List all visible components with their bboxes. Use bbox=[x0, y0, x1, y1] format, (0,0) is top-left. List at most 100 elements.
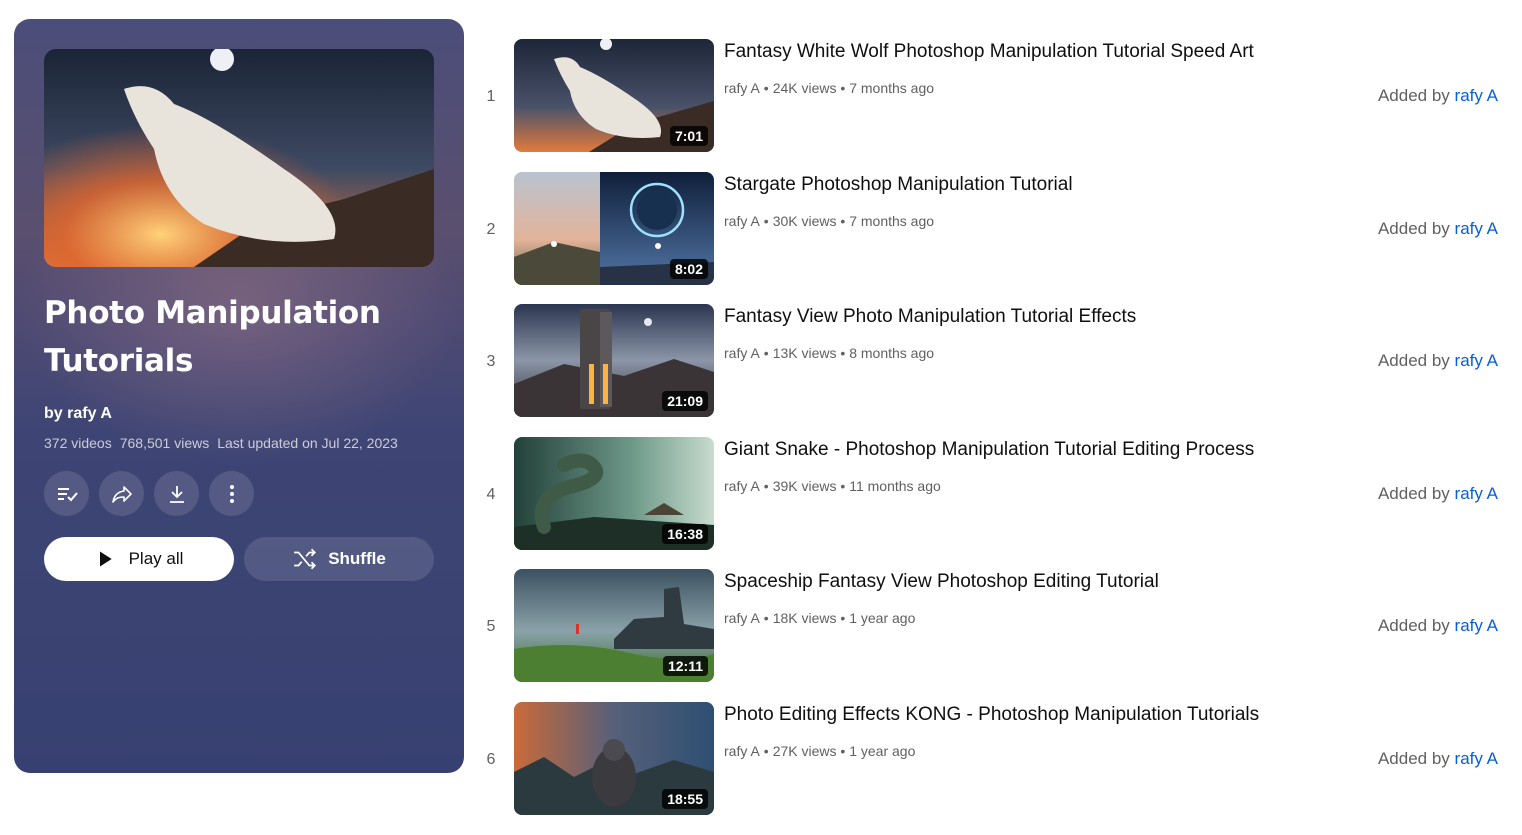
added-by: Added by rafy A bbox=[1378, 219, 1498, 239]
video-channel[interactable]: rafy A bbox=[724, 80, 760, 96]
added-by-link[interactable]: rafy A bbox=[1455, 219, 1498, 238]
shuffle-label: Shuffle bbox=[328, 549, 386, 568]
video-index: 5 bbox=[486, 618, 496, 636]
video-thumbnail[interactable]: 8:02 bbox=[514, 171, 714, 285]
video-title[interactable]: Fantasy White Wolf Photoshop Manipulatio… bbox=[724, 41, 1254, 63]
video-thumbnail[interactable]: 21:09 bbox=[514, 304, 714, 418]
added-by-link[interactable]: rafy A bbox=[1455, 351, 1498, 370]
save-to-library-icon bbox=[57, 487, 78, 501]
video-views: 13K views bbox=[772, 345, 837, 362]
view-count: 768,501 views bbox=[119, 435, 210, 451]
play-icon bbox=[99, 551, 112, 567]
more-options-icon bbox=[229, 484, 234, 503]
playlist-video-list: 1 7:01 Fantasy White Wolf Photoshop Mani… bbox=[478, 39, 1508, 835]
video-row[interactable]: 3 21:09 Fantasy View Photo Manipulation … bbox=[478, 304, 1508, 437]
added-by: Added by rafy A bbox=[1378, 616, 1498, 636]
video-views: 27K views bbox=[772, 742, 837, 759]
video-thumbnail[interactable]: 16:38 bbox=[514, 436, 714, 550]
video-index: 2 bbox=[486, 220, 496, 238]
video-age: 11 months ago bbox=[849, 477, 941, 494]
video-channel[interactable]: rafy A bbox=[724, 743, 760, 759]
video-row[interactable]: 6 18:55 Photo Editing Effects KONG - Pho… bbox=[478, 701, 1508, 835]
save-to-library-button[interactable] bbox=[44, 471, 89, 516]
added-by-prefix: Added by bbox=[1377, 748, 1450, 768]
download-icon bbox=[169, 485, 184, 503]
video-thumbnail[interactable]: 7:01 bbox=[514, 39, 714, 152]
added-by-link[interactable]: rafy A bbox=[1455, 86, 1498, 105]
video-title[interactable]: Photo Editing Effects KONG - Photoshop M… bbox=[724, 704, 1259, 726]
added-by-link[interactable]: rafy A bbox=[1455, 749, 1498, 768]
video-duration: 21:09 bbox=[662, 391, 708, 412]
video-index: 6 bbox=[486, 750, 496, 768]
video-row[interactable]: 2 8:02 Stargate Photoshop Manipulation T… bbox=[478, 171, 1508, 305]
download-button[interactable] bbox=[154, 471, 199, 516]
video-age: 1 year ago bbox=[849, 610, 916, 627]
video-index: 4 bbox=[486, 485, 496, 503]
video-meta: rafy A • 39K views • 11 months ago bbox=[724, 477, 941, 494]
video-thumbnail[interactable]: 18:55 bbox=[514, 701, 714, 815]
added-by-link[interactable]: rafy A bbox=[1455, 616, 1498, 635]
video-channel[interactable]: rafy A bbox=[724, 345, 760, 361]
meta-separator: • bbox=[763, 80, 769, 96]
video-duration: 12:11 bbox=[662, 656, 708, 677]
meta-separator: • bbox=[763, 742, 769, 759]
meta-separator: • bbox=[763, 610, 769, 627]
video-duration: 18:55 bbox=[662, 788, 708, 809]
video-age: 7 months ago bbox=[849, 212, 935, 229]
added-by-prefix: Added by bbox=[1377, 616, 1450, 636]
video-title[interactable]: Stargate Photoshop Manipulation Tutorial bbox=[724, 174, 1073, 196]
video-title[interactable]: Giant Snake - Photoshop Manipulation Tut… bbox=[724, 439, 1254, 461]
video-index: 1 bbox=[486, 88, 496, 105]
added-by-prefix: Added by bbox=[1377, 86, 1450, 105]
shuffle-button[interactable]: Shuffle bbox=[244, 537, 434, 581]
playlist-header-panel: Photo Manipulation Tutorials by rafy A 3… bbox=[14, 19, 464, 773]
video-channel[interactable]: rafy A bbox=[724, 478, 760, 494]
video-meta: rafy A • 24K views • 7 months ago bbox=[724, 80, 935, 96]
video-views: 24K views bbox=[772, 80, 837, 96]
more-options-button[interactable] bbox=[209, 471, 254, 516]
added-by-link[interactable]: rafy A bbox=[1455, 484, 1498, 503]
video-row[interactable]: 5 12:11 Spaceship Fantasy View Photoshop… bbox=[478, 569, 1508, 702]
video-age: 8 months ago bbox=[849, 345, 935, 362]
video-views: 18K views bbox=[772, 610, 837, 627]
video-channel[interactable]: rafy A bbox=[724, 213, 760, 229]
video-duration: 16:38 bbox=[662, 523, 708, 544]
video-views: 30K views bbox=[772, 212, 837, 229]
video-thumbnail[interactable]: 12:11 bbox=[514, 569, 714, 683]
added-by: Added by rafy A bbox=[1378, 484, 1498, 504]
added-by: Added by rafy A bbox=[1378, 351, 1498, 371]
play-all-button[interactable]: Play all bbox=[44, 537, 234, 581]
video-age: 7 months ago bbox=[849, 80, 935, 96]
last-updated: Last updated on Jul 22, 2023 bbox=[217, 435, 398, 451]
video-meta: rafy A • 18K views • 1 year ago bbox=[724, 610, 916, 627]
playlist-owner[interactable]: by rafy A bbox=[44, 405, 112, 423]
video-meta: rafy A • 13K views • 8 months ago bbox=[724, 345, 935, 362]
video-title[interactable]: Spaceship Fantasy View Photoshop Editing… bbox=[724, 571, 1159, 593]
playlist-actions bbox=[44, 471, 254, 516]
video-age: 1 year ago bbox=[849, 742, 916, 759]
video-meta: rafy A • 27K views • 1 year ago bbox=[724, 742, 916, 759]
video-views: 39K views bbox=[772, 477, 837, 494]
added-by-prefix: Added by bbox=[1377, 218, 1450, 238]
video-meta: rafy A • 30K views • 7 months ago bbox=[724, 212, 935, 229]
share-button[interactable] bbox=[99, 471, 144, 516]
video-title[interactable]: Fantasy View Photo Manipulation Tutorial… bbox=[724, 306, 1136, 328]
added-by-prefix: Added by bbox=[1377, 351, 1450, 371]
video-row[interactable]: 1 7:01 Fantasy White Wolf Photoshop Mani… bbox=[478, 39, 1508, 172]
video-duration: 7:01 bbox=[669, 126, 708, 146]
video-count: 372 videos bbox=[44, 435, 112, 451]
video-channel[interactable]: rafy A bbox=[724, 610, 760, 626]
added-by: Added by rafy A bbox=[1378, 86, 1498, 106]
video-row[interactable]: 4 16:38 Giant Snake - Photoshop Manipula… bbox=[478, 436, 1508, 570]
meta-separator: • bbox=[763, 477, 769, 494]
play-all-label: Play all bbox=[128, 549, 184, 568]
wolf-cover-image bbox=[44, 49, 434, 267]
playlist-stats: 372 videos 768,501 views Last updated on… bbox=[44, 435, 398, 451]
meta-separator: • bbox=[763, 212, 769, 229]
shuffle-icon bbox=[294, 548, 317, 570]
video-index: 3 bbox=[486, 353, 496, 371]
video-duration: 8:02 bbox=[669, 258, 708, 279]
added-by: Added by rafy A bbox=[1378, 749, 1498, 769]
playlist-cover-thumbnail[interactable] bbox=[44, 49, 434, 267]
meta-separator: • bbox=[763, 345, 769, 362]
